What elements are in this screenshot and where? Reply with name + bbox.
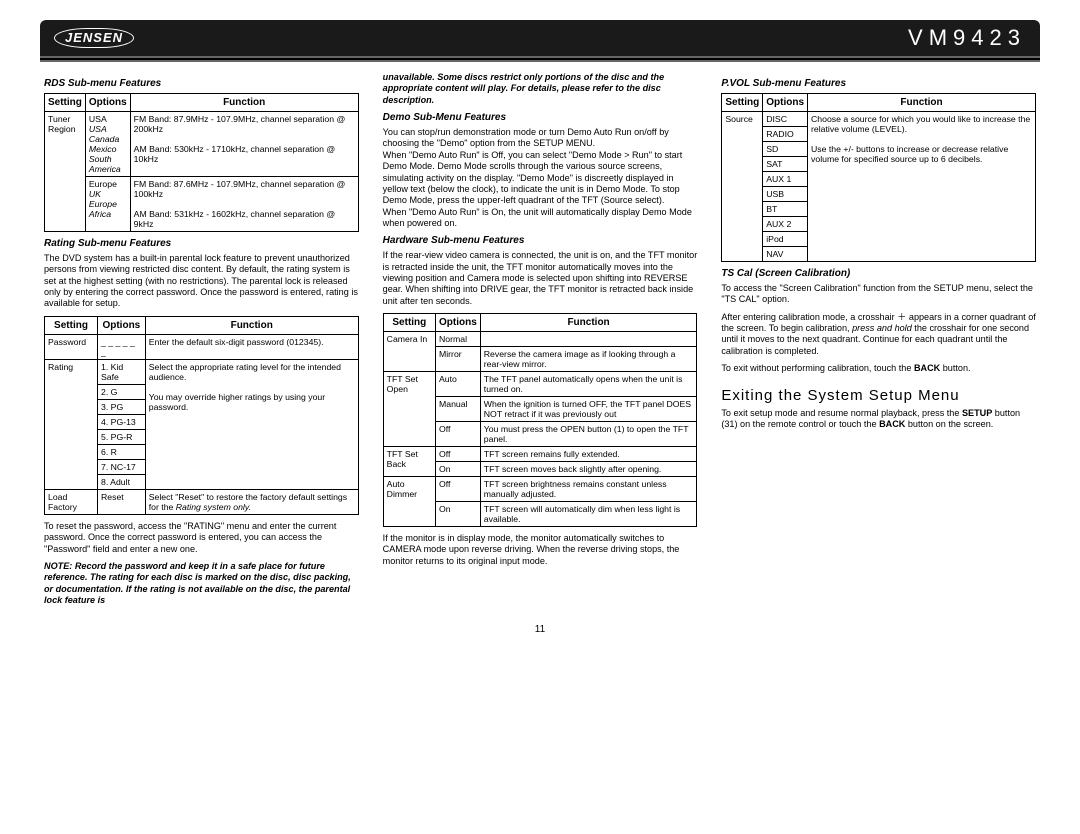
note-cont: unavailable. Some discs restrict only po… [383,72,698,106]
cell: RADIO [763,127,808,142]
plus-icon: ＋ [897,312,906,322]
hw-outro: If the monitor is in display mode, the m… [383,533,698,567]
th-options: Options [763,94,808,112]
th-options: Options [85,94,130,112]
th-options: Options [436,314,481,332]
header-bar: JENSEN VM9423 [40,20,1040,56]
cell: iPod [763,232,808,247]
th-setting: Setting [45,316,98,334]
hw-title: Hardware Sub-menu Features [383,235,698,246]
cell: Source [722,112,763,262]
cell: 2. G [98,384,146,399]
exit-heading: Exiting the System Setup Menu [721,387,1036,404]
cell: FM Band: 87.6MHz - 107.9MHz, channel sep… [130,177,358,232]
th-setting: Setting [45,94,86,112]
cell: AUX 1 [763,172,808,187]
tscal-title: TS Cal (Screen Calibration) [721,268,1036,279]
pvol-title: P.VOL Sub-menu Features [721,78,1036,89]
cell [480,332,697,347]
cell: On [436,502,481,527]
cell: 8. Adult [98,474,146,489]
cell: Select the appropriate rating level for … [145,359,358,489]
logo-text: JENSEN [54,28,134,48]
cell: 6. R [98,444,146,459]
cell: Off [436,447,481,462]
model-number: VM9423 [908,25,1026,51]
tscal-p3: To exit without performing calibration, … [721,363,1036,374]
cell: TFT Set Open [383,372,435,447]
cell: Rating [45,359,98,489]
cell: _ _ _ _ _ _ [98,334,146,359]
cell: Select "Reset" to restore the factory de… [145,489,358,514]
cell: Manual [436,397,481,422]
cell: You must press the OPEN button (1) to op… [480,422,697,447]
th-setting: Setting [383,314,435,332]
note-1: NOTE: Record the password and keep it in… [44,561,359,606]
cell: TFT screen remains fully extended. [480,447,697,462]
cell: USAUSA Canada Mexico South America [85,112,130,177]
exit-para: To exit setup mode and resume normal pla… [721,408,1036,431]
cell: Password [45,334,98,359]
rating-table: Setting Options Function Password _ _ _ … [44,316,359,515]
demo-para: You can stop/run demonstration mode or t… [383,127,698,229]
cell: Reset [98,489,146,514]
th-function: Function [480,314,697,332]
cell: Choose a source for which you would like… [808,112,1036,262]
cell: Reverse the camera image as if looking t… [480,347,697,372]
cell: 4. PG-13 [98,414,146,429]
cell: Off [436,477,481,502]
rating-title: Rating Sub-menu Features [44,238,359,249]
hardware-table: Setting Options Function Camera In Norma… [383,313,698,527]
cell: TFT screen moves back slightly after ope… [480,462,697,477]
tscal-p2: After entering calibration mode, a cross… [721,312,1036,357]
demo-title: Demo Sub-Menu Features [383,112,698,123]
cell: TFT screen brightness remains constant u… [480,477,697,502]
cell: DISC [763,112,808,127]
column-middle: unavailable. Some discs restrict only po… [383,72,698,606]
cell: Normal [436,332,481,347]
cell: Off [436,422,481,447]
cell: 3. PG [98,399,146,414]
cell: Mirror [436,347,481,372]
tscal-p1: To access the "Screen Calibration" funct… [721,283,1036,306]
th-function: Function [130,94,358,112]
cell: 1. Kid Safe [98,359,146,384]
cell: Load Factory [45,489,98,514]
cell: FM Band: 87.9MHz - 107.9MHz, channel sep… [130,112,358,177]
cell: 7. NC-17 [98,459,146,474]
cell: Enter the default six-digit password (01… [145,334,358,359]
cell: BT [763,202,808,217]
cell: AUX 2 [763,217,808,232]
cell: USB [763,187,808,202]
cell: NAV [763,247,808,262]
reset-para: To reset the password, access the "RATIN… [44,521,359,555]
rating-intro: The DVD system has a built-in parental l… [44,253,359,310]
cell: 5. PG-R [98,429,146,444]
cell: TFT screen will automatically dim when l… [480,502,697,527]
pvol-table: Setting Options Function Source DISC Cho… [721,93,1036,262]
cell: Auto [436,372,481,397]
th-function: Function [145,316,358,334]
hw-intro: If the rear-view video camera is connect… [383,250,698,307]
th-function: Function [808,94,1036,112]
accent-divider [40,56,1040,62]
cell: On [436,462,481,477]
rds-table: Setting Options Function Tuner Region US… [44,93,359,232]
cell: SD [763,142,808,157]
column-right: P.VOL Sub-menu Features Setting Options … [721,72,1036,606]
page-number: 11 [40,624,1040,635]
cell: EuropeUK Europe Africa [85,177,130,232]
cell: The TFT panel automatically opens when t… [480,372,697,397]
cell: SAT [763,157,808,172]
cell: Tuner Region [45,112,86,232]
cell: Auto Dimmer [383,477,435,527]
th-options: Options [98,316,146,334]
rds-title: RDS Sub-menu Features [44,78,359,89]
logo: JENSEN [54,28,134,48]
column-left: RDS Sub-menu Features Setting Options Fu… [44,72,359,606]
cell: When the ignition is turned OFF, the TFT… [480,397,697,422]
cell: TFT Set Back [383,447,435,477]
cell: Camera In [383,332,435,372]
th-setting: Setting [722,94,763,112]
